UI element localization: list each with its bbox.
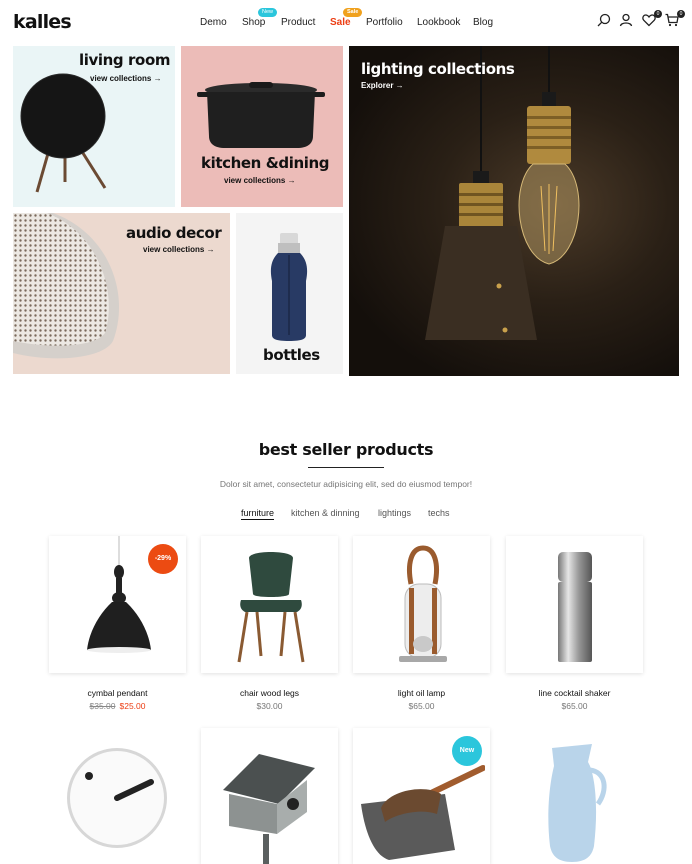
collection-kitchen-dining[interactable]: kitchen &dining view collections → [181,46,343,207]
view-collections-link[interactable]: view collections → [143,245,215,254]
nav-lookbook[interactable]: Lookbook [417,17,460,28]
product-price: $65.00 [408,701,435,711]
section-subtitle: Dolor sit amet, consectetur adipisicing … [219,479,473,489]
new-badge: New [452,736,482,766]
section-title: best seller products [258,440,434,459]
oil-lamp-image [399,545,447,662]
collection-title: audio decor [126,224,222,242]
nav-portfolio[interactable]: Portfolio [366,17,403,28]
nav-blog[interactable]: Blog [473,17,493,28]
nav-sale[interactable]: Sale Sale [330,8,363,28]
collection-lighting[interactable]: lighting collections Explorer → [349,46,679,376]
product-name[interactable]: light oil lamp [353,688,490,698]
product-card[interactable] [506,536,643,673]
nav-shop[interactable]: Shop New [242,8,278,28]
collection-living-room[interactable]: living room view collections → [13,46,175,207]
collection-title: lighting collections [361,60,515,78]
pitcher-image [548,744,607,862]
product-name[interactable]: chair wood legs [201,688,338,698]
pendant-lamps-image [425,46,580,340]
product-card[interactable] [49,728,186,864]
cart-icon[interactable]: 0 [665,10,685,29]
wishlist-count: 0 [654,10,662,18]
discount-badge: -29% [148,544,178,574]
product-price: $35.00 $25.00 [49,701,186,711]
collection-title: kitchen &dining [201,154,330,172]
nav-demo[interactable]: Demo [200,17,227,28]
product-price: $30.00 [256,701,283,711]
sale-price: $25.00 [119,701,146,711]
product-card[interactable]: New [353,728,490,864]
product-card[interactable]: -29% [49,536,186,673]
cooking-pot-image [197,82,325,148]
logo[interactable]: kalles [13,11,72,33]
tab-lightings[interactable]: lightings [378,508,411,518]
tab-furniture[interactable]: furniture [241,508,275,520]
collection-title: living room [79,51,171,69]
dustpan-brush-image [361,765,485,860]
cart-count: 0 [677,10,685,18]
product-card[interactable] [201,728,338,864]
product-card[interactable] [201,536,338,673]
new-badge: New [258,8,278,17]
chair-image [237,552,305,663]
user-icon[interactable] [619,13,635,29]
product-name[interactable]: line cocktail shaker [506,688,643,698]
pendant-lamp-image [87,536,151,653]
nav-sale-label: Sale [330,17,351,28]
tab-techs[interactable]: techs [428,508,450,518]
collection-title: bottles [263,346,320,364]
site-header: kalles Demo Shop New Product Sale Sale P… [0,0,692,44]
cocktail-shaker-image [558,552,592,662]
heart-icon[interactable]: 0 [642,10,662,29]
nav-product[interactable]: Product [281,17,315,28]
old-price: $35.00 [89,701,116,711]
speaker-stand-image [20,73,107,193]
tab-kitchen-dinning[interactable]: kitchen & dinning [291,508,360,518]
wireless-speaker-image [13,213,120,359]
product-name[interactable]: cymbal pendant [49,688,186,698]
birdhouse-image [223,754,315,864]
view-collections-link[interactable]: view collections → [90,74,162,83]
nav-shop-label: Shop [242,17,266,28]
collection-audio-decor[interactable]: audio decor view collections → [13,213,230,374]
explorer-link[interactable]: Explorer → [361,81,404,90]
collection-bottles[interactable]: bottles [236,213,343,374]
wall-clock-image [67,748,167,848]
product-price: $65.00 [561,701,588,711]
product-card[interactable] [506,728,643,864]
product-card[interactable] [353,536,490,673]
view-collections-link[interactable]: view collections → [224,176,296,185]
bottle-image [270,233,308,341]
search-icon[interactable] [597,13,613,29]
sale-badge: Sale [343,8,363,17]
section-divider [308,467,384,468]
